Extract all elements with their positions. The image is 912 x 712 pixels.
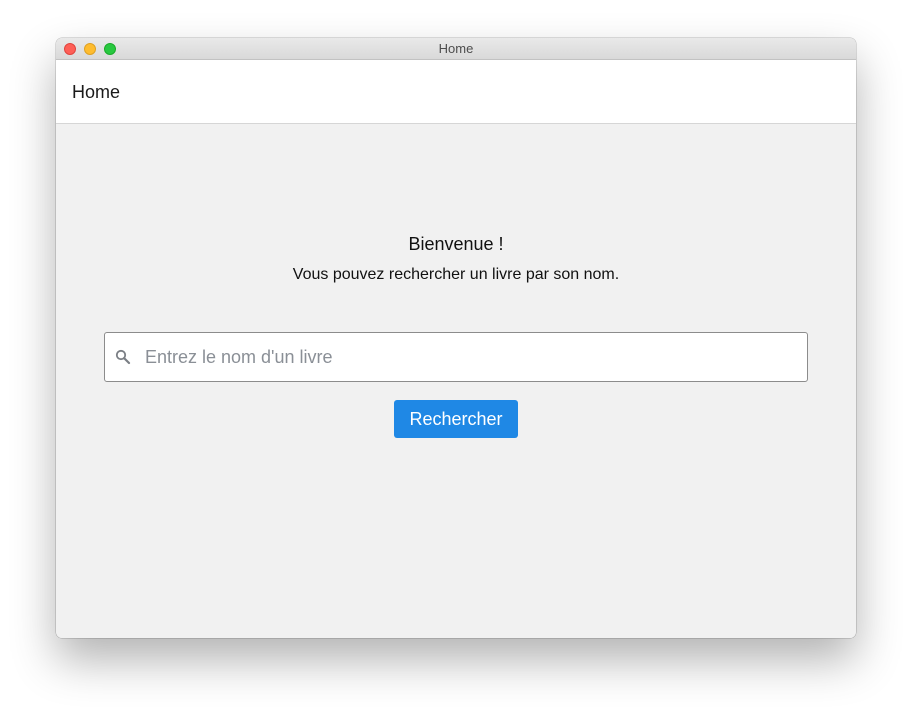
window-titlebar[interactable]: Home [56, 38, 856, 60]
search-icon [115, 349, 131, 365]
welcome-heading: Bienvenue ! [408, 234, 504, 254]
app-bar: Home [56, 60, 856, 124]
window-title: Home [438, 41, 474, 56]
search-input[interactable] [145, 333, 795, 381]
page-title: Home [72, 82, 121, 102]
welcome-subtitle: Vous pouvez rechercher un livre par son … [292, 266, 620, 283]
app-window: Home Home Bienvenue ! Vous pouvez recher… [56, 38, 856, 638]
search-button[interactable]: Rechercher [394, 400, 518, 438]
main-content: Bienvenue ! Vous pouvez rechercher un li… [56, 124, 856, 638]
search-field[interactable] [104, 332, 808, 382]
